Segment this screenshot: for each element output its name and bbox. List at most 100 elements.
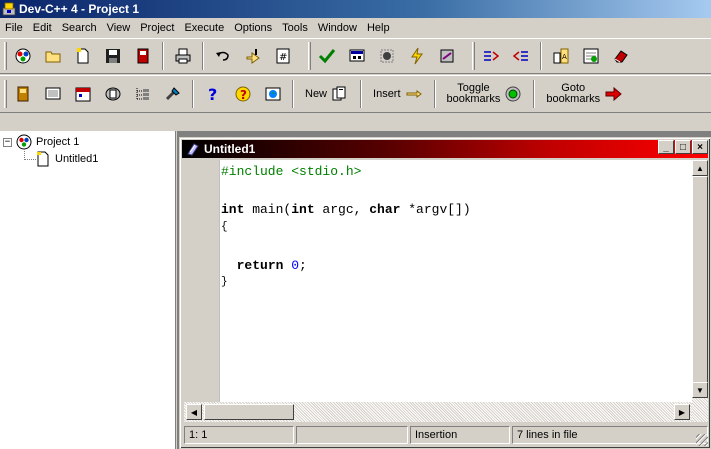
vertical-scrollbar[interactable]: ▲ ▼ <box>692 160 708 422</box>
print-button[interactable] <box>171 44 195 68</box>
toggle-bookmarks-button[interactable]: Toggle bookmarks <box>440 79 530 109</box>
find-icon <box>246 49 260 64</box>
options-icon <box>583 48 599 64</box>
save-icon <box>106 49 120 63</box>
project-button[interactable] <box>11 44 35 68</box>
print-icon <box>175 48 191 64</box>
compile-button[interactable] <box>315 44 339 68</box>
indent-icon <box>484 51 500 61</box>
status-bar: 1: 1 Insertion 7 lines in file <box>184 426 708 446</box>
find-button[interactable] <box>241 44 265 68</box>
secondary-toolbar: ? ? New Insert Toggle bookmarks Goto boo… <box>0 75 711 113</box>
menu-file[interactable]: File <box>0 19 28 37</box>
new-file-icon <box>77 48 89 64</box>
vertical-scroll-thumb[interactable] <box>692 176 708 398</box>
goto-line-button[interactable]: # <box>271 44 295 68</box>
tree-expander[interactable]: − <box>3 137 12 147</box>
help-button[interactable]: ? <box>201 82 225 106</box>
class-browser-icon <box>136 88 149 100</box>
tree-item-label: Untitled1 <box>55 153 99 165</box>
new-button[interactable]: New <box>298 79 356 109</box>
menu-bar: File Edit Search View Project Execute Op… <box>0 19 711 37</box>
tools-button[interactable] <box>161 82 185 106</box>
scroll-right-button[interactable]: ▶ <box>674 404 690 420</box>
undo-button[interactable] <box>211 44 235 68</box>
web-button[interactable] <box>261 82 285 106</box>
toolbar-grip[interactable] <box>4 80 7 108</box>
run-button[interactable] <box>345 44 369 68</box>
editor-window-controls: _ □ × <box>657 140 708 154</box>
find-in-files-icon: A <box>553 48 569 64</box>
open-button[interactable] <box>41 44 65 68</box>
new-button-label: New <box>305 88 328 100</box>
menu-options[interactable]: Options <box>229 19 277 37</box>
editor-title: Untitled1 <box>204 142 256 156</box>
horizontal-scrollbar[interactable]: ◀ ▶ <box>184 402 692 422</box>
rebuild-button[interactable] <box>405 44 429 68</box>
toolbar-separator <box>202 42 204 70</box>
insert-button[interactable]: Insert <box>366 79 430 109</box>
about-button[interactable]: ? <box>231 82 255 106</box>
toolbar-grip[interactable] <box>472 42 475 70</box>
tip-icon <box>45 87 61 100</box>
clean-button[interactable] <box>435 44 459 68</box>
menu-view[interactable]: View <box>102 19 136 37</box>
resize-grip[interactable] <box>696 434 708 446</box>
window-titlebar[interactable]: Dev-C++ 4 - Project 1 <box>0 0 711 18</box>
menu-tools[interactable]: Tools <box>277 19 313 37</box>
toolbar-separator <box>192 80 194 108</box>
code-line-7: } <box>221 276 228 288</box>
project-icon <box>15 48 31 64</box>
source-file-icon <box>187 143 199 156</box>
close-button[interactable]: × <box>692 140 708 154</box>
eraser-button[interactable] <box>609 44 633 68</box>
scroll-up-button[interactable]: ▲ <box>692 160 708 176</box>
toolbar-grip[interactable] <box>4 42 7 70</box>
horizontal-scroll-thumb[interactable] <box>204 404 294 420</box>
scroll-down-button[interactable]: ▼ <box>692 382 708 398</box>
scroll-left-button[interactable]: ◀ <box>186 404 202 420</box>
tree-item-file[interactable]: Untitled1 <box>35 151 98 167</box>
menu-window[interactable]: Window <box>313 19 362 37</box>
calendar-button[interactable] <box>71 82 95 106</box>
menu-help[interactable]: Help <box>362 19 395 37</box>
pointing-hand-icon <box>406 90 422 98</box>
resource-button[interactable] <box>101 82 125 106</box>
editor-window: Untitled1 _ □ × #include <stdio.h> int m… <box>179 137 711 449</box>
maximize-button[interactable]: □ <box>675 140 691 154</box>
goto-line-icon: # <box>276 48 290 64</box>
unindent-button[interactable] <box>509 44 533 68</box>
new-file-button[interactable] <box>71 44 95 68</box>
tools-icon <box>165 87 180 101</box>
minimize-button[interactable]: _ <box>658 140 674 154</box>
debug-button[interactable] <box>375 44 399 68</box>
tree-item-project[interactable]: − Project 1 <box>3 134 79 150</box>
class-browser-button[interactable] <box>131 82 155 106</box>
indent-button[interactable] <box>479 44 503 68</box>
project-tree: − Project 1 Untitled1 <box>0 131 176 449</box>
new-pages-icon <box>332 86 346 101</box>
close-file-button[interactable] <box>131 44 155 68</box>
editor-titlebar[interactable]: Untitled1 <box>182 140 708 158</box>
goto-bookmarks-button[interactable]: Goto bookmarks <box>539 79 629 109</box>
plugin-icon <box>17 86 29 102</box>
svg-text:#: # <box>279 52 287 63</box>
open-folder-icon <box>45 51 61 63</box>
toolbar-grip[interactable] <box>308 42 311 70</box>
menu-search[interactable]: Search <box>57 19 102 37</box>
toolbar-separator <box>533 80 536 108</box>
about-icon: ? <box>235 86 251 102</box>
save-button[interactable] <box>101 44 125 68</box>
code-editor[interactable]: #include <stdio.h> int main(int argc, ch… <box>220 160 692 422</box>
menu-execute[interactable]: Execute <box>179 19 229 37</box>
code-line-3: int main(int argc, char *argv[]) <box>221 202 471 217</box>
tip-button[interactable] <box>41 82 65 106</box>
toolbar-separator <box>540 42 542 70</box>
find-in-files-button[interactable]: A <box>549 44 573 68</box>
options-button[interactable] <box>579 44 603 68</box>
plugin-button[interactable] <box>11 82 35 106</box>
svg-text:A: A <box>562 53 567 61</box>
toggle-bookmarks-label: Toggle bookmarks <box>446 82 501 105</box>
menu-edit[interactable]: Edit <box>28 19 57 37</box>
menu-project[interactable]: Project <box>135 19 179 37</box>
